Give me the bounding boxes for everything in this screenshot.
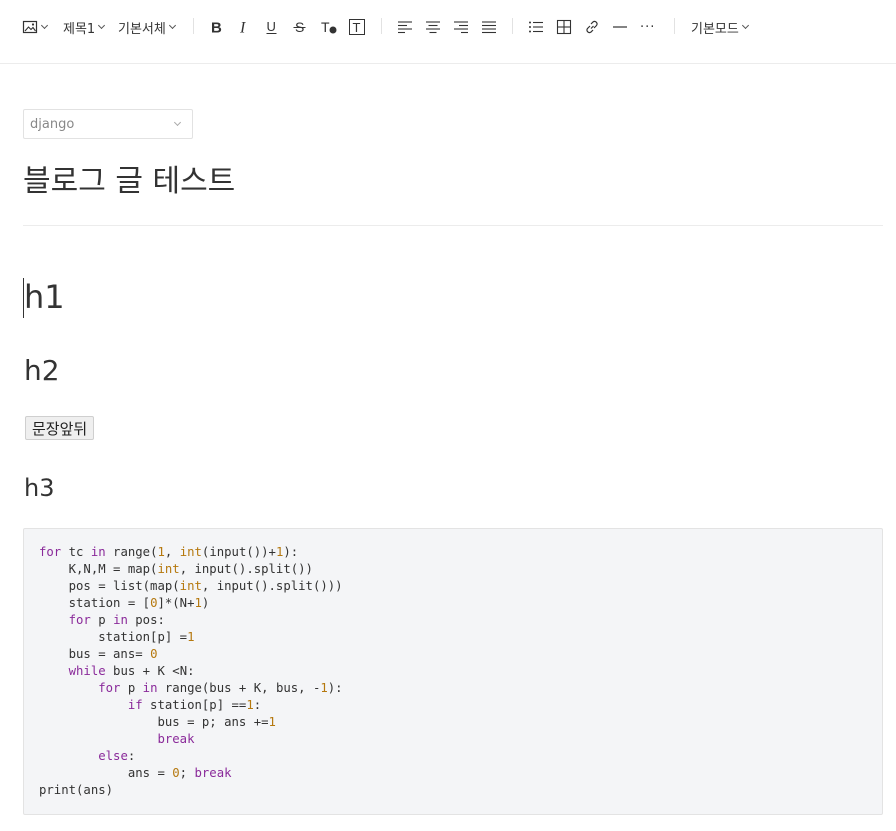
- text-color-button[interactable]: T: [320, 16, 338, 38]
- align-left-icon: [397, 19, 413, 35]
- svg-text:U: U: [267, 19, 276, 34]
- post-title[interactable]: 블로그 글 테스트: [23, 156, 235, 200]
- mode-select[interactable]: 기본모드: [691, 16, 749, 38]
- align-left-button[interactable]: [397, 16, 413, 38]
- text-background-icon: T: [348, 18, 366, 36]
- list-icon: [528, 19, 544, 35]
- insert-image-button[interactable]: [22, 16, 49, 38]
- font-select[interactable]: 기본서체: [118, 16, 176, 38]
- code-block[interactable]: for tc in range(1, int(input())+1): K,N,…: [23, 528, 883, 815]
- svg-text:T: T: [353, 20, 361, 35]
- more-options-button[interactable]: ···: [640, 16, 655, 38]
- svg-text:B: B: [211, 20, 222, 36]
- text-color-icon: T: [320, 19, 338, 35]
- underline-button[interactable]: U: [264, 16, 280, 38]
- heading-select[interactable]: 제목1: [63, 16, 106, 38]
- toolbar-divider: [381, 18, 382, 34]
- mode-select-label: 기본모드: [691, 21, 739, 37]
- toolbar-divider: [193, 18, 194, 34]
- bold-button[interactable]: B: [209, 16, 225, 38]
- toolbar-divider: [674, 18, 675, 34]
- align-center-button[interactable]: [425, 16, 441, 38]
- content-heading-2[interactable]: h2: [24, 354, 60, 387]
- chevron-down-icon: [168, 21, 176, 29]
- insert-table-button[interactable]: [556, 16, 572, 38]
- bulleted-list-button[interactable]: [528, 16, 544, 38]
- content-heading-3[interactable]: h3: [24, 474, 54, 502]
- chevron-down-icon: [741, 21, 749, 29]
- chevron-down-icon: [40, 21, 49, 29]
- chevron-down-icon: [173, 118, 182, 127]
- horizontal-line-icon: [612, 19, 628, 35]
- svg-text:T: T: [321, 19, 330, 35]
- link-icon: [584, 19, 600, 35]
- strikethrough-button[interactable]: S: [292, 16, 308, 38]
- more-icon: ···: [640, 19, 656, 35]
- align-justify-button[interactable]: [481, 16, 497, 38]
- table-icon: [556, 19, 572, 35]
- chevron-down-icon: [98, 21, 106, 29]
- title-divider: [23, 225, 883, 226]
- image-icon: [22, 19, 38, 35]
- insert-link-button[interactable]: [584, 16, 600, 38]
- align-right-icon: [453, 19, 469, 35]
- heading-select-label: 제목1: [63, 21, 96, 37]
- bold-icon: B: [209, 19, 225, 36]
- inline-button[interactable]: 문장앞뒤: [25, 416, 95, 440]
- font-select-label: 기본서체: [118, 21, 166, 37]
- italic-button[interactable]: I: [237, 16, 253, 38]
- svg-text:I: I: [239, 20, 246, 36]
- content-heading-1[interactable]: h1: [24, 278, 65, 316]
- horizontal-rule-button[interactable]: [612, 16, 628, 38]
- underline-icon: U: [264, 19, 280, 35]
- category-select[interactable]: django: [23, 109, 193, 139]
- strikethrough-icon: S: [292, 19, 308, 35]
- code-content: for tc in range(1, int(input())+1): K,N,…: [39, 545, 343, 797]
- editor-toolbar: 제목1 기본서체 B I U S T T ··· 기본모드: [0, 0, 896, 64]
- align-right-button[interactable]: [453, 16, 469, 38]
- italic-icon: I: [237, 19, 253, 36]
- category-selected-value: django: [30, 116, 75, 132]
- align-center-icon: [425, 19, 441, 35]
- toolbar-divider: [512, 18, 513, 34]
- background-color-button[interactable]: T: [348, 16, 366, 38]
- align-justify-icon: [481, 19, 497, 35]
